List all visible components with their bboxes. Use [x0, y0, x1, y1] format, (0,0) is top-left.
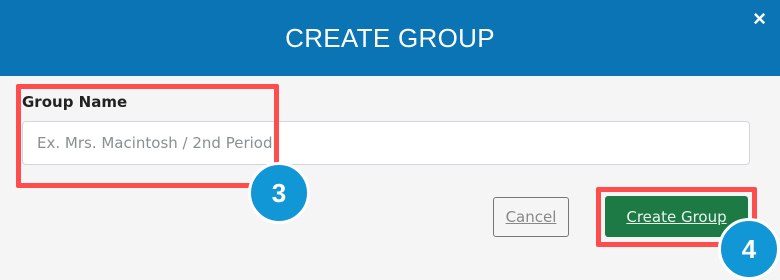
group-name-input[interactable] [22, 121, 750, 165]
step-4-badge: 4 [718, 218, 780, 280]
step-3-badge: 3 [248, 162, 310, 224]
close-icon[interactable]: × [753, 8, 766, 30]
dialog-header: CREATE GROUP × [0, 0, 780, 76]
dialog-title: CREATE GROUP [285, 22, 495, 53]
cancel-button[interactable]: Cancel [493, 197, 569, 237]
group-name-label: Group Name [22, 93, 128, 111]
